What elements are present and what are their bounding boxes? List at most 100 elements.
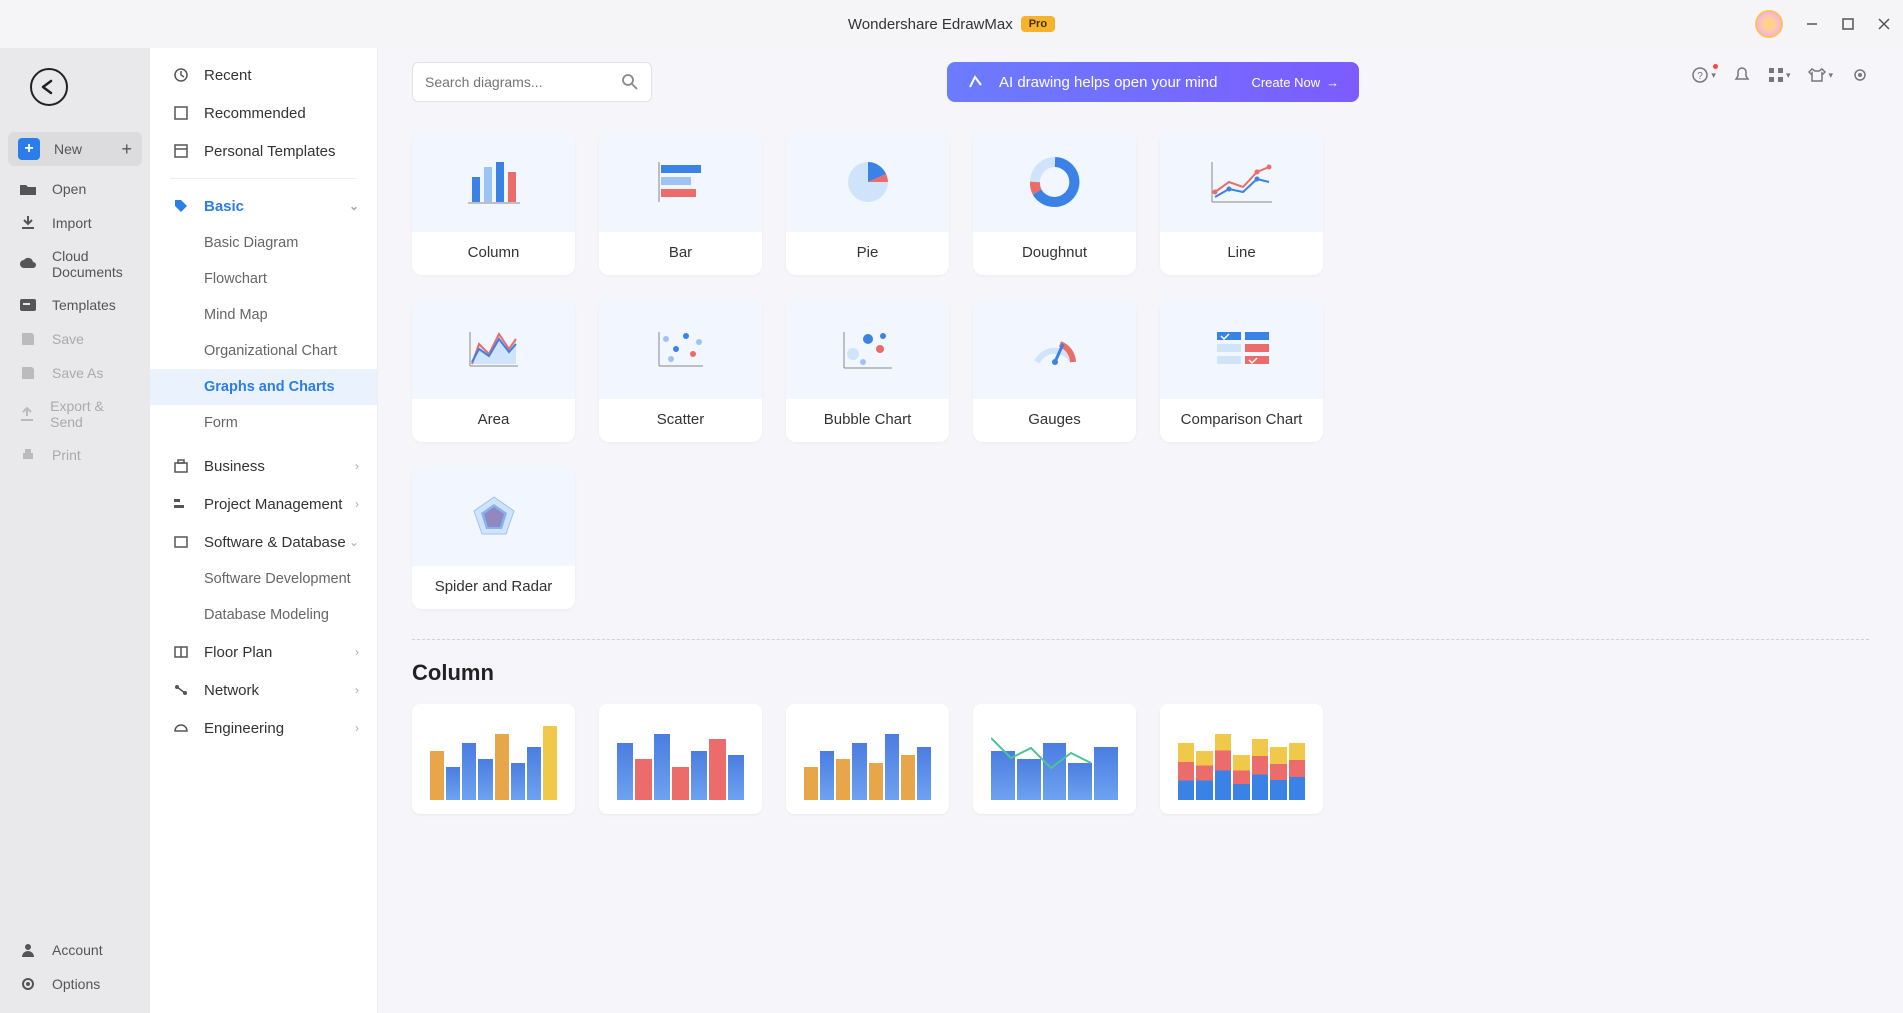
chevron-right-icon: › <box>355 645 359 659</box>
chart-bubble[interactable]: Bubble Chart <box>786 299 949 442</box>
create-now-button[interactable]: Create Now→ <box>1251 75 1339 90</box>
nav-cloud-documents[interactable]: Cloud Documents <box>0 240 150 288</box>
chart-pie[interactable]: Pie <box>786 132 949 275</box>
template-card[interactable] <box>599 704 762 814</box>
chart-gauges[interactable]: Gauges <box>973 299 1136 442</box>
nav-save: Save <box>0 322 150 356</box>
cat-label: Flowchart <box>204 271 267 287</box>
nav-open[interactable]: Open <box>0 172 150 206</box>
cat-flowchart[interactable]: Flowchart <box>150 261 377 297</box>
bell-icon[interactable] <box>1734 66 1750 84</box>
add-icon[interactable]: + <box>121 139 132 160</box>
svg-text:?: ? <box>1698 71 1704 82</box>
gear-icon <box>18 975 38 993</box>
nav-options[interactable]: Options <box>0 967 150 1001</box>
search-input[interactable] <box>425 74 613 90</box>
nav-label: Save <box>52 331 84 347</box>
chart-line[interactable]: Line <box>1160 132 1323 275</box>
category-sidebar: Recent Recommended Personal Templates Ba… <box>150 48 378 1013</box>
cat-label: Project Management <box>204 496 342 513</box>
help-icon[interactable]: ?▾ <box>1691 66 1716 84</box>
shirt-icon[interactable]: ▾ <box>1808 67 1833 83</box>
user-avatar[interactable] <box>1755 10 1783 38</box>
cat-recommended[interactable]: Recommended <box>150 94 377 132</box>
ai-icon <box>967 73 985 91</box>
chart-bar[interactable]: Bar <box>599 132 762 275</box>
cat-business[interactable]: Business› <box>150 447 377 485</box>
template-card[interactable] <box>973 704 1136 814</box>
banner-text: AI drawing helps open your mind <box>999 74 1217 91</box>
cat-graphs-charts[interactable]: Graphs and Charts <box>150 369 377 405</box>
template-row <box>412 704 1869 814</box>
chevron-down-icon: ⌄ <box>349 535 359 549</box>
main-content: AI drawing helps open your mind Create N… <box>378 48 1903 1013</box>
card-label: Doughnut <box>973 232 1136 275</box>
cat-label: Engineering <box>204 720 284 737</box>
search-box[interactable] <box>412 62 652 102</box>
ai-banner[interactable]: AI drawing helps open your mind Create N… <box>947 62 1359 102</box>
nav-import[interactable]: Import <box>0 206 150 240</box>
cat-basic-diagram[interactable]: Basic Diagram <box>150 225 377 261</box>
close-icon[interactable] <box>1875 15 1893 33</box>
maximize-icon[interactable] <box>1839 15 1857 33</box>
chart-scatter[interactable]: Scatter <box>599 299 762 442</box>
user-icon <box>18 941 38 959</box>
window-controls <box>1803 0 1893 48</box>
nav-label: Save As <box>52 365 103 381</box>
chart-area[interactable]: Area <box>412 299 575 442</box>
apps-icon[interactable]: ▾ <box>1768 67 1791 83</box>
card-label: Gauges <box>973 399 1136 442</box>
nav-label: New <box>54 141 82 157</box>
cat-label: Graphs and Charts <box>204 379 335 395</box>
import-icon <box>18 214 38 232</box>
folder-icon <box>18 180 38 198</box>
card-label: Column <box>412 232 575 275</box>
cat-org-chart[interactable]: Organizational Chart <box>150 333 377 369</box>
database-icon <box>172 533 190 551</box>
cat-label: Network <box>204 682 259 699</box>
cat-label: Floor Plan <box>204 644 272 661</box>
cat-network[interactable]: Network › <box>150 671 377 709</box>
cat-software-database[interactable]: Software & Database⌄ <box>150 523 377 561</box>
nav-account[interactable]: Account <box>0 933 150 967</box>
nav-label: Import <box>52 215 92 231</box>
cat-label: Recent <box>204 67 252 84</box>
cat-label: Recommended <box>204 105 306 122</box>
titlebar: Wondershare EdrawMax Pro <box>0 0 1903 48</box>
chart-comparison[interactable]: Comparison Chart <box>1160 299 1323 442</box>
cat-label: Software & Database <box>204 534 346 551</box>
left-rail: + New + Open Import Cloud Documents Temp… <box>0 48 150 1013</box>
cat-label: Software Development <box>204 571 351 587</box>
template-card[interactable] <box>786 704 949 814</box>
cat-project-management[interactable]: Project Management› <box>150 485 377 523</box>
cat-label: Form <box>204 415 238 431</box>
back-button[interactable] <box>30 68 68 106</box>
search-icon[interactable] <box>621 73 639 91</box>
nav-label: Print <box>52 447 81 463</box>
cat-label: Basic Diagram <box>204 235 298 251</box>
chevron-right-icon: › <box>355 683 359 697</box>
chart-spider[interactable]: Spider and Radar <box>412 466 575 609</box>
template-card[interactable] <box>412 704 575 814</box>
nav-templates[interactable]: Templates <box>0 288 150 322</box>
cat-engineering[interactable]: Engineering› <box>150 709 377 747</box>
cat-database-modeling[interactable]: Database Modeling <box>150 597 377 633</box>
settings-icon[interactable] <box>1851 66 1869 84</box>
cat-basic[interactable]: Basic⌄ <box>150 187 377 225</box>
card-label: Comparison Chart <box>1160 399 1323 442</box>
cat-personal-templates[interactable]: Personal Templates <box>150 132 377 170</box>
chevron-down-icon: ⌄ <box>349 199 359 213</box>
cat-label: Personal Templates <box>204 143 335 160</box>
cat-software-dev[interactable]: Software Development <box>150 561 377 597</box>
minimize-icon[interactable] <box>1803 15 1821 33</box>
cat-floor-plan[interactable]: Floor Plan › <box>150 633 377 671</box>
template-card[interactable] <box>1160 704 1323 814</box>
cat-recent[interactable]: Recent <box>150 56 377 94</box>
engineering-icon <box>172 719 190 737</box>
chart-column[interactable]: Column <box>412 132 575 275</box>
cat-form[interactable]: Form <box>150 405 377 441</box>
chart-doughnut[interactable]: Doughnut <box>973 132 1136 275</box>
nav-new[interactable]: + New + <box>8 132 142 166</box>
cat-mind-map[interactable]: Mind Map <box>150 297 377 333</box>
top-toolbar: ?▾ ▾ ▾ <box>1691 66 1869 84</box>
